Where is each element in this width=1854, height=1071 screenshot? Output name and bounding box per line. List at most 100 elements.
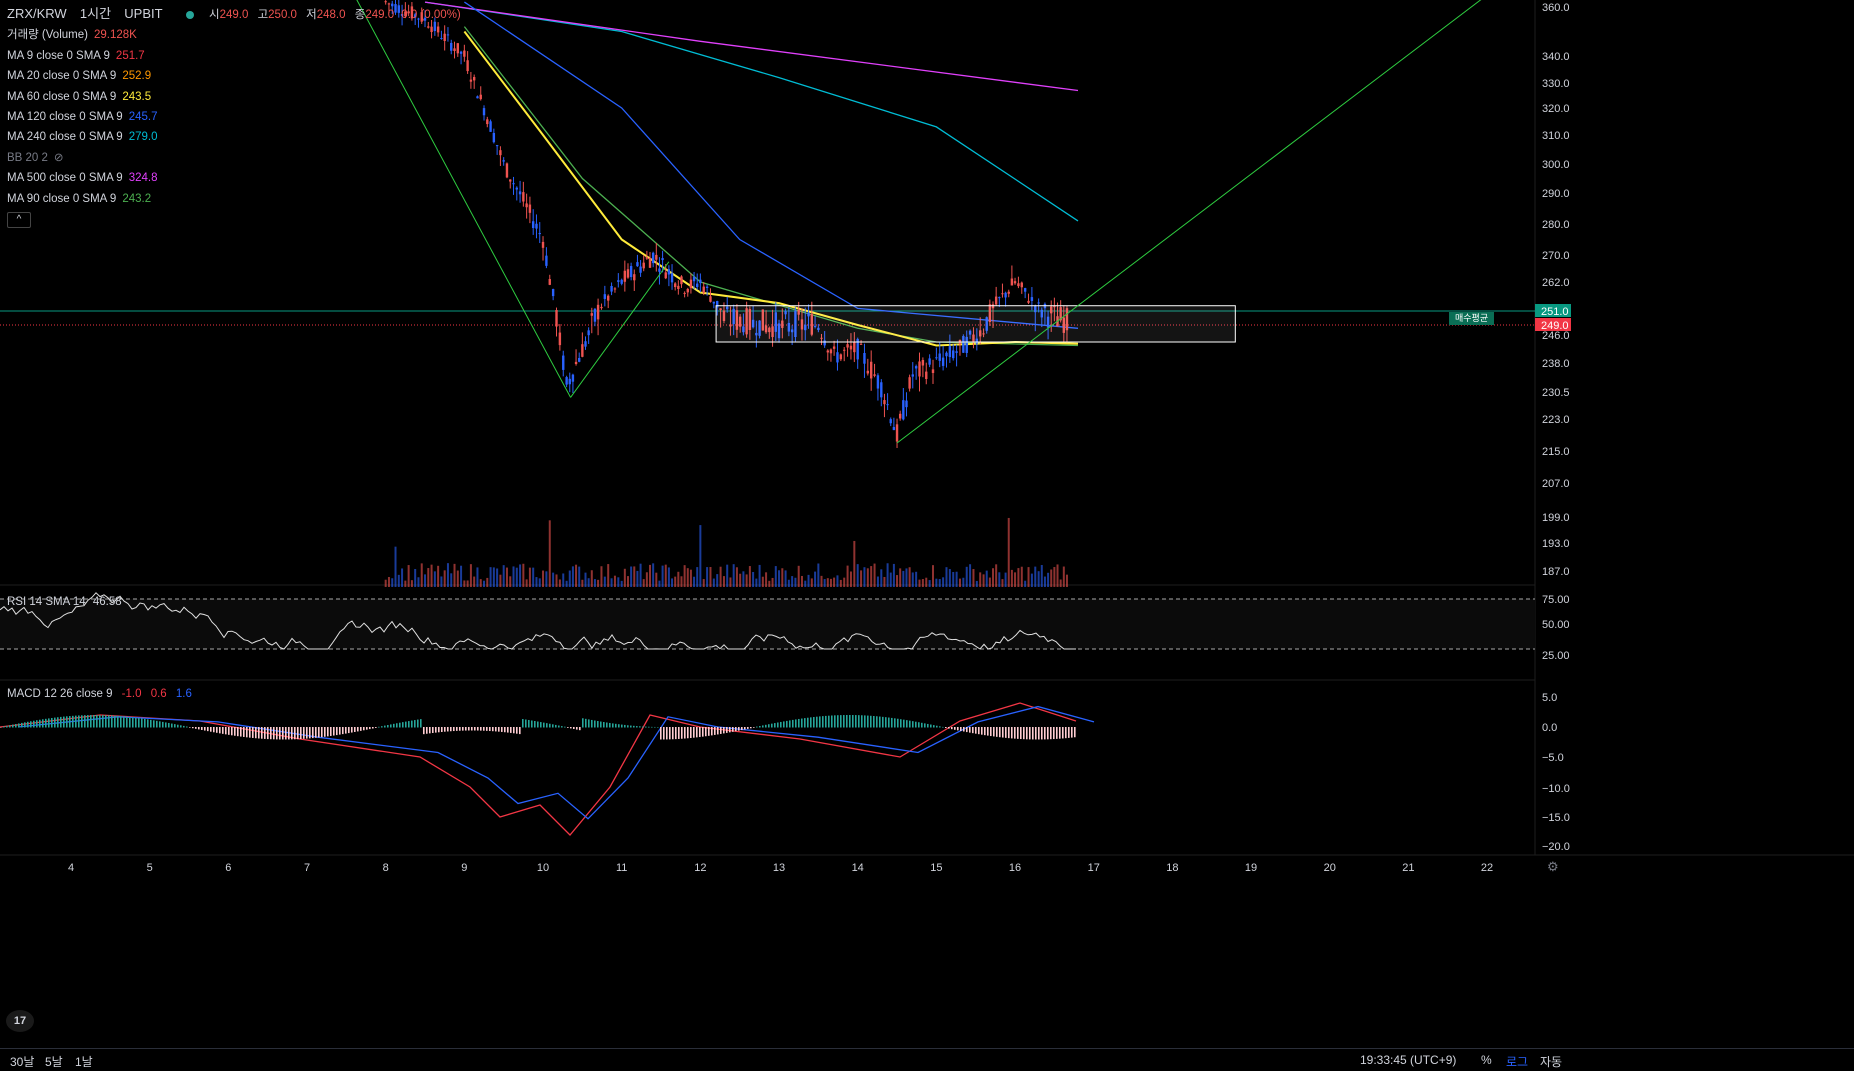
macd-hist-bar bbox=[354, 727, 356, 732]
volume-bar bbox=[712, 578, 715, 587]
auto-toggle[interactable]: 자동 bbox=[1540, 1053, 1562, 1070]
volume-bar bbox=[476, 567, 479, 587]
volume-bar bbox=[499, 574, 502, 587]
volume-bar bbox=[397, 574, 400, 587]
macd-hist-bar bbox=[612, 723, 614, 728]
volume-bar bbox=[655, 572, 658, 587]
candle-body bbox=[712, 301, 716, 304]
macd-hist-bar bbox=[1026, 727, 1028, 740]
indicator-row[interactable]: MA 20 close 0 SMA 9 252.9 bbox=[7, 66, 461, 86]
macd-hist-bar bbox=[684, 727, 686, 739]
macd-hist-bar bbox=[75, 715, 77, 728]
macd-hist-bar bbox=[270, 727, 272, 740]
candle-body bbox=[705, 286, 709, 288]
macd-hist-bar bbox=[972, 727, 974, 734]
macd-label[interactable]: MACD 12 26 close 9 bbox=[7, 688, 112, 700]
candle-body bbox=[509, 179, 512, 182]
range-30d-button[interactable]: 30날 bbox=[10, 1053, 34, 1070]
indicator-row[interactable]: MA 60 close 0 SMA 9 243.5 bbox=[7, 87, 461, 107]
candle-body bbox=[876, 375, 880, 389]
indicator-row[interactable]: BB 20 2 ⊘ bbox=[7, 148, 461, 168]
macd-hist-bar bbox=[219, 727, 221, 734]
candle-body bbox=[476, 96, 479, 99]
candle-body bbox=[581, 344, 584, 357]
price-tick-label: 360.0 bbox=[1542, 2, 1570, 14]
macd-hist-bar bbox=[9, 725, 11, 728]
macd-hist-bar bbox=[108, 715, 110, 728]
collapse-legend-button[interactable]: ^ bbox=[7, 212, 31, 229]
candle-body bbox=[568, 378, 571, 385]
interval[interactable]: 1시간 bbox=[80, 6, 111, 21]
macd-hist-bar bbox=[201, 727, 203, 730]
candle-body bbox=[545, 255, 548, 266]
candle-body bbox=[642, 262, 645, 269]
volume-bar bbox=[814, 571, 817, 587]
volume-bar bbox=[735, 567, 738, 587]
volume-bar bbox=[639, 563, 642, 587]
price-axis-bg bbox=[1535, 0, 1854, 1048]
macd-hist-bar bbox=[342, 727, 344, 735]
indicator-row[interactable]: MA 240 close 0 SMA 9 279.0 bbox=[7, 127, 461, 147]
hidden-eye-icon[interactable]: ⊘ bbox=[54, 152, 64, 164]
volume-bar bbox=[1050, 569, 1053, 587]
volume-bar bbox=[699, 525, 702, 587]
macd-hist-bar bbox=[927, 723, 929, 728]
macd-hist-bar bbox=[660, 727, 662, 740]
macd-hist-bar bbox=[483, 727, 485, 731]
volume-bar bbox=[658, 580, 661, 587]
indicator-value: 251.7 bbox=[115, 49, 145, 62]
volume-bar bbox=[1062, 566, 1065, 587]
indicator-row[interactable]: MA 500 close 0 SMA 9 324.8 bbox=[7, 168, 461, 188]
candle-body bbox=[574, 361, 578, 365]
log-toggle[interactable]: 로그 bbox=[1506, 1053, 1528, 1070]
volume-bar bbox=[686, 568, 689, 587]
high-label: 고 bbox=[257, 9, 269, 21]
candle-body bbox=[686, 288, 689, 293]
macd-hist-bar bbox=[534, 720, 536, 728]
volume-bar bbox=[876, 576, 879, 587]
volume-bar bbox=[575, 564, 578, 587]
macd-hist-bar bbox=[228, 727, 230, 735]
indicator-row[interactable]: MA 120 close 0 SMA 9 245.7 bbox=[7, 107, 461, 127]
macd-hist-bar bbox=[768, 724, 770, 728]
volume-bar bbox=[489, 567, 492, 587]
candle-body bbox=[699, 279, 702, 284]
volume-bar bbox=[667, 567, 670, 587]
macd-hist-bar bbox=[966, 727, 968, 733]
volume-bar bbox=[952, 572, 955, 587]
volume-bar bbox=[555, 574, 558, 587]
candle-body bbox=[629, 266, 633, 278]
macd-hist-bar bbox=[69, 716, 71, 728]
volume-bar bbox=[532, 567, 535, 587]
candle-body bbox=[709, 296, 712, 302]
volume-bar bbox=[649, 564, 652, 587]
volume-bar bbox=[948, 569, 951, 587]
candle-body bbox=[941, 357, 945, 366]
avg-buy-tag[interactable]: 매수평균 bbox=[1449, 312, 1495, 325]
volume-bar bbox=[1007, 517, 1010, 587]
rsi-label[interactable]: RSI 14 SMA 14 bbox=[7, 596, 86, 608]
indicator-row[interactable]: MA 9 close 0 SMA 9 251.7 bbox=[7, 46, 461, 66]
volume-bar bbox=[479, 579, 482, 587]
range-5d-button[interactable]: 5날 bbox=[45, 1053, 63, 1070]
volume-bar bbox=[674, 576, 677, 587]
symbol-header: ZRX/KRW 1시간 UPBIT 시249.0 고250.0 저248.0 종… bbox=[7, 4, 461, 25]
candle-body bbox=[620, 279, 623, 284]
symbol-name[interactable]: ZRX/KRW bbox=[7, 6, 67, 21]
macd-hist-bar bbox=[555, 724, 557, 728]
macd-hist-bar bbox=[132, 717, 134, 728]
macd-hist-bar bbox=[840, 715, 842, 728]
percent-toggle[interactable]: % bbox=[1481, 1053, 1492, 1067]
volume-bar bbox=[404, 580, 407, 587]
volume-bar bbox=[384, 579, 387, 587]
volume-bar bbox=[1004, 572, 1007, 587]
macd-hist-bar bbox=[486, 727, 488, 731]
candle-body bbox=[578, 357, 581, 362]
range-1d-button[interactable]: 1날 bbox=[75, 1053, 93, 1070]
indicator-row[interactable]: MA 90 close 0 SMA 9 243.2 bbox=[7, 189, 461, 209]
macd-hist-bar bbox=[849, 715, 851, 728]
tradingview-logo-icon[interactable]: 17 bbox=[6, 1010, 34, 1032]
volume-bar bbox=[823, 579, 826, 587]
indicator-row[interactable]: 거래량 (Volume) 29.128K bbox=[7, 25, 461, 45]
clock-timezone[interactable]: 19:33:45 (UTC+9) bbox=[1360, 1053, 1456, 1067]
